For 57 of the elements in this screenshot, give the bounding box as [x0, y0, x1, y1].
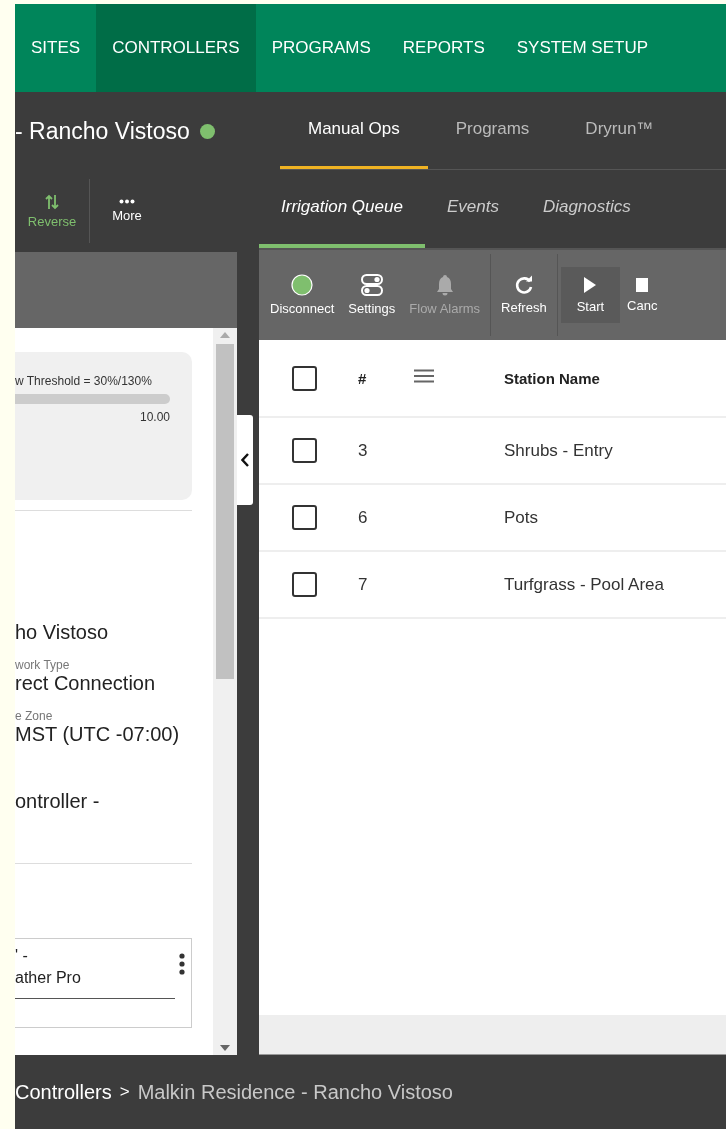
tab[interactable]: Programs: [427, 92, 558, 169]
start-button[interactable]: Start: [560, 267, 621, 323]
tab[interactable]: Manual Ops: [280, 92, 428, 169]
field-value: rect Connection: [15, 672, 157, 695]
stop-button[interactable]: Canc: [620, 267, 665, 323]
field-value: MST (UTC -07:00): [15, 723, 181, 746]
scrollbar[interactable]: [213, 328, 237, 1055]
tab[interactable]: Dryrun™: [557, 92, 682, 169]
threshold-text: w Threshold = 30%/130%: [15, 374, 153, 388]
settings-button[interactable]: Settings: [341, 267, 403, 323]
station-number: 3: [358, 440, 369, 461]
refresh-icon: [513, 275, 534, 295]
field-label: work Type: [15, 658, 71, 672]
scroll-up-icon: [220, 332, 230, 338]
nav-item[interactable]: CONTROLLERS: [96, 4, 256, 92]
kebab-menu-icon: [179, 953, 185, 975]
nav-item[interactable]: SITES: [15, 4, 97, 92]
more-icon: [119, 199, 135, 204]
toggle-icon: [360, 274, 383, 296]
reading-value: 10.00: [139, 410, 170, 424]
station-number: 7: [358, 574, 369, 595]
menu-icon: [414, 369, 434, 383]
station-name: Pots: [504, 507, 539, 528]
row-checkbox[interactable]: [292, 438, 317, 463]
play-icon: [583, 276, 598, 294]
field-label: e Zone: [15, 709, 54, 723]
controller-title: - Rancho Vistoso: [15, 117, 190, 145]
square-icon: [635, 277, 650, 293]
row-checkbox[interactable]: [292, 505, 317, 530]
breadcrumb-link[interactable]: Controllers: [15, 1080, 112, 1104]
column-header: #: [358, 369, 368, 387]
select-all-checkbox[interactable]: [292, 365, 317, 391]
scroll-down-icon: [220, 1045, 230, 1051]
chevron-left-icon: [241, 453, 249, 467]
collapse-button[interactable]: [237, 415, 253, 505]
row-checkbox[interactable]: [292, 572, 317, 597]
sub-tab[interactable]: Events: [424, 170, 521, 248]
swap-arrows-icon: [45, 193, 59, 210]
nav-item[interactable]: PROGRAMS: [255, 4, 387, 92]
nav-item[interactable]: SYSTEM SETUP: [500, 4, 665, 92]
column-header: Station Name: [504, 369, 600, 387]
station-number: 6: [358, 507, 369, 528]
device-title-line: ather Pro: [15, 968, 82, 988]
circle-icon: [291, 274, 314, 296]
breadcrumb-separator: >: [119, 1082, 130, 1102]
breadcrumb-current: Malkin Residence - Rancho Vistoso: [137, 1080, 453, 1104]
station-name: Shrubs - Entry: [504, 440, 613, 461]
nav-item[interactable]: REPORTS: [386, 4, 501, 92]
controller-name: ho Vistoso: [15, 621, 110, 644]
disconnect-button[interactable]: Disconnect: [263, 267, 342, 323]
device-title-line: ' -: [15, 946, 29, 966]
more-button[interactable]: More: [90, 179, 164, 243]
refresh-button[interactable]: Refresh: [494, 267, 554, 323]
station-name: Turfgrass - Pool Area: [504, 574, 664, 595]
bell-icon: [434, 274, 455, 296]
sub-tab[interactable]: Diagnostics: [520, 170, 653, 248]
controller-model: ontroller -: [15, 790, 101, 813]
